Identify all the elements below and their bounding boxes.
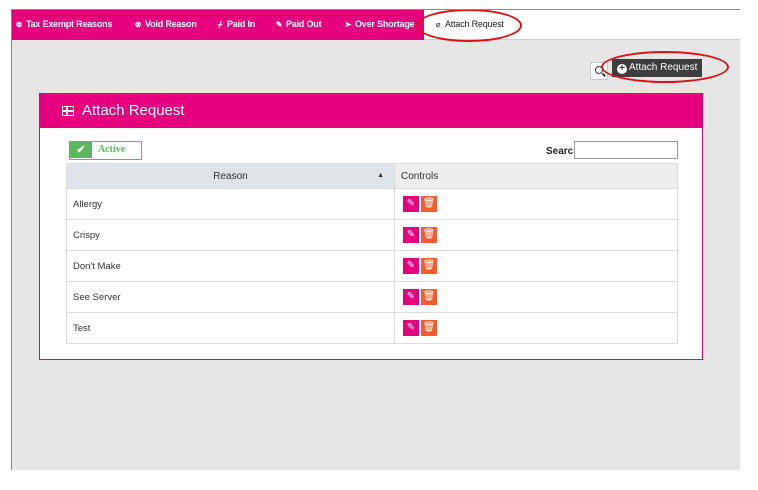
controls-cell: ✎ 🗑 bbox=[394, 312, 678, 344]
edit-button[interactable]: ✎ bbox=[403, 196, 419, 212]
reason-cell: Don't Make bbox=[66, 250, 395, 282]
circle-x-icon: ⊗ bbox=[15, 20, 23, 29]
reasons-table: Reason ▲ Controls Allergy ✎🗑 Crispy ✎🗑 bbox=[66, 163, 678, 344]
tab-label: Paid In bbox=[227, 19, 256, 29]
annotation-circle-tab bbox=[416, 10, 522, 42]
edit-button[interactable]: ✎ bbox=[403, 227, 419, 243]
tab-tax-exempt-reasons[interactable]: ⊗ Tax Exempt Reasons bbox=[14, 10, 113, 40]
tab-bar: ⊗ Tax Exempt Reasons ⊗ Void Reason ᚋ Paid I… bbox=[12, 10, 740, 40]
delete-button[interactable]: 🗑 bbox=[421, 289, 437, 305]
controls-cell: ✎ 🗑 bbox=[394, 219, 678, 251]
annotation-circle-button bbox=[601, 51, 729, 83]
arrow-right-icon: ➤ bbox=[344, 20, 352, 29]
trash-icon: 🗑 bbox=[422, 198, 436, 209]
panel-header: Attach Request bbox=[40, 94, 702, 128]
checkmark-icon: ✔ bbox=[70, 142, 92, 158]
column-header-controls: Controls bbox=[394, 163, 678, 189]
tab-void-reason[interactable]: ⊗ Void Reason bbox=[133, 10, 197, 40]
table-row: Don't Make ✎ 🗑 bbox=[66, 250, 678, 282]
tab-over-shortage[interactable]: ➤ Over Shortage bbox=[343, 10, 415, 40]
active-label: Active bbox=[98, 144, 126, 155]
table-row: Test ✎ 🗑 bbox=[66, 312, 678, 344]
panel-title: Attach Request bbox=[82, 102, 185, 119]
table-row: Allergy ✎ 🗑 bbox=[66, 188, 678, 220]
table-header-row: Reason ▲ Controls bbox=[66, 163, 678, 189]
trash-icon: 🗑 bbox=[422, 260, 436, 271]
edit-button[interactable]: ✎ bbox=[403, 320, 419, 336]
delete-button[interactable]: 🗑 bbox=[421, 227, 437, 243]
pencil-icon: ✎ bbox=[275, 20, 283, 29]
trash-icon: 🗑 bbox=[422, 322, 436, 333]
table-row: Crispy ✎ 🗑 bbox=[66, 219, 678, 251]
column-header-reason[interactable]: Reason ▲ bbox=[66, 163, 395, 189]
reason-cell: Test bbox=[66, 312, 395, 344]
tab-label: Void Reason bbox=[145, 19, 197, 29]
delete-button[interactable]: 🗑 bbox=[421, 320, 437, 336]
controls-cell: ✎ 🗑 bbox=[394, 188, 678, 220]
attach-request-panel: Attach Request ✔ Active Search Reason ▲ … bbox=[39, 93, 703, 360]
search-input[interactable] bbox=[574, 141, 678, 159]
reason-cell: See Server bbox=[66, 281, 395, 313]
pencil-icon: ✎ bbox=[406, 229, 416, 240]
edit-button[interactable]: ✎ bbox=[403, 258, 419, 274]
tab-label: Paid Out bbox=[286, 19, 322, 29]
delete-button[interactable]: 🗑 bbox=[421, 196, 437, 212]
reason-cell: Allergy bbox=[66, 188, 395, 220]
pin-icon: ᚋ bbox=[218, 20, 222, 29]
active-status-toggle[interactable]: ✔ Active bbox=[69, 141, 142, 160]
sort-ascending-icon: ▲ bbox=[377, 172, 384, 179]
tab-label: Tax Exempt Reasons bbox=[26, 19, 113, 29]
table-row: See Server ✎ 🗑 bbox=[66, 281, 678, 313]
pencil-icon: ✎ bbox=[406, 291, 416, 302]
table-grid-icon bbox=[62, 106, 74, 116]
circle-x-icon: ⊗ bbox=[134, 20, 142, 29]
pencil-icon: ✎ bbox=[406, 198, 416, 209]
tab-paid-out[interactable]: ✎ Paid Out bbox=[274, 10, 322, 40]
edit-button[interactable]: ✎ bbox=[403, 289, 419, 305]
delete-button[interactable]: 🗑 bbox=[421, 258, 437, 274]
pencil-icon: ✎ bbox=[406, 260, 416, 271]
pencil-icon: ✎ bbox=[406, 322, 416, 333]
tab-paid-in[interactable]: ᚋ Paid In bbox=[215, 10, 255, 40]
controls-cell: ✎ 🗑 bbox=[394, 250, 678, 282]
trash-icon: 🗑 bbox=[422, 229, 436, 240]
trash-icon: 🗑 bbox=[422, 291, 436, 302]
app-window: ⊗ Tax Exempt Reasons ⊗ Void Reason ᚋ Paid I… bbox=[11, 9, 740, 470]
reason-cell: Crispy bbox=[66, 219, 395, 251]
controls-cell: ✎ 🗑 bbox=[394, 281, 678, 313]
tab-label: Over Shortage bbox=[355, 19, 415, 29]
